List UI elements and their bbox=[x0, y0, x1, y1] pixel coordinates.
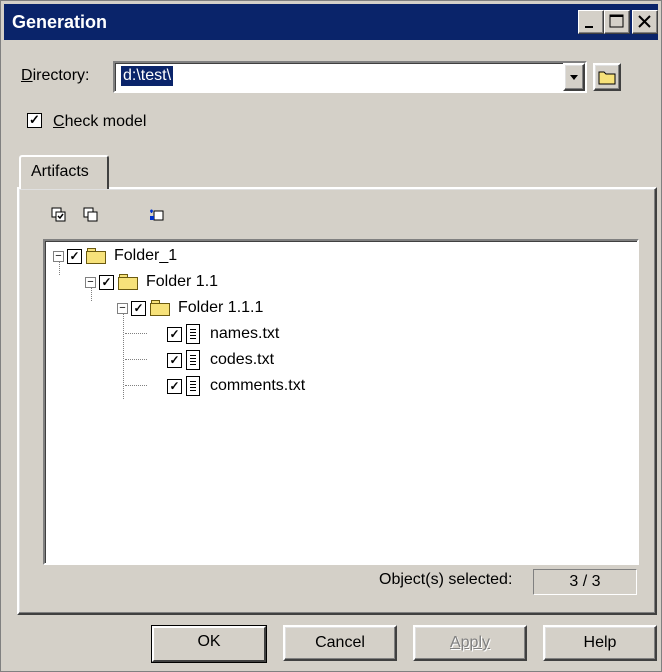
maximize-button[interactable] bbox=[604, 10, 630, 34]
tree-item-label: comments.txt bbox=[210, 377, 306, 394]
minimize-button[interactable] bbox=[578, 10, 604, 34]
tree-checkbox[interactable]: ✓ bbox=[67, 248, 82, 264]
directory-label: Directory: bbox=[21, 67, 90, 84]
objects-selected-label: Object(s) selected: bbox=[379, 571, 513, 588]
text-file-icon bbox=[186, 324, 200, 344]
tab-artifacts[interactable]: Artifacts bbox=[19, 155, 109, 189]
tree-line bbox=[125, 333, 147, 335]
tree-item-file[interactable]: ✓ codes.txt bbox=[167, 349, 274, 371]
deselect-all-icon[interactable] bbox=[83, 207, 99, 223]
directory-input[interactable]: d:\test\ bbox=[113, 61, 587, 93]
folder-icon bbox=[118, 274, 140, 290]
tree-item-label: Folder_1 bbox=[114, 247, 178, 264]
cancel-button[interactable]: Cancel bbox=[283, 625, 397, 661]
tree-item-label: Folder 1.1 bbox=[146, 273, 219, 290]
folder-icon bbox=[86, 248, 108, 264]
tree-item-folder-1-1[interactable]: − ✓ Folder 1.1 bbox=[85, 271, 218, 293]
tree-line bbox=[125, 359, 147, 361]
check-model-checkbox[interactable]: ✓ bbox=[27, 113, 42, 128]
tree-line bbox=[125, 385, 147, 387]
tree-checkbox[interactable]: ✓ bbox=[131, 300, 146, 316]
close-icon bbox=[638, 15, 651, 28]
ok-button-label: OK bbox=[197, 633, 221, 650]
tab-artifacts-label: Artifacts bbox=[31, 163, 89, 180]
apply-button-label: Apply bbox=[449, 634, 491, 651]
text-file-icon bbox=[186, 376, 200, 396]
tree-checkbox[interactable]: ✓ bbox=[167, 326, 182, 342]
refresh-icon[interactable] bbox=[149, 207, 165, 223]
chevron-down-icon bbox=[570, 75, 578, 80]
collapse-icon[interactable]: − bbox=[85, 276, 96, 288]
tree-item-folder-1[interactable]: − ✓ Folder_1 bbox=[53, 245, 177, 267]
tree-item-label: Folder 1.1.1 bbox=[178, 299, 264, 316]
tree-item-file[interactable]: ✓ names.txt bbox=[167, 323, 279, 345]
generation-dialog: Generation Directory: d:\test\ ✓ Check m… bbox=[0, 0, 662, 672]
tree-item-label: codes.txt bbox=[210, 351, 275, 368]
tree-checkbox[interactable]: ✓ bbox=[167, 352, 182, 368]
collapse-icon[interactable]: − bbox=[117, 302, 128, 314]
tree-item-label: names.txt bbox=[210, 325, 280, 342]
directory-value: d:\test\ bbox=[121, 66, 174, 86]
window-title: Generation bbox=[12, 12, 108, 32]
cancel-button-label: Cancel bbox=[315, 634, 365, 651]
tree-checkbox[interactable]: ✓ bbox=[99, 274, 114, 290]
text-file-icon bbox=[186, 350, 200, 370]
folder-icon bbox=[150, 300, 172, 316]
tree-checkbox[interactable]: ✓ bbox=[167, 378, 182, 394]
title-bar[interactable]: Generation bbox=[4, 4, 658, 40]
directory-dropdown-button[interactable] bbox=[563, 63, 585, 91]
close-button[interactable] bbox=[632, 10, 658, 34]
help-button-label: Help bbox=[583, 634, 617, 651]
help-button[interactable]: Help bbox=[543, 625, 657, 661]
minimize-icon bbox=[585, 26, 593, 28]
select-all-icon[interactable] bbox=[51, 207, 67, 223]
collapse-icon[interactable]: − bbox=[53, 250, 64, 262]
ok-button[interactable]: OK bbox=[151, 625, 267, 663]
tree-item-file[interactable]: ✓ comments.txt bbox=[167, 375, 305, 397]
browse-folder-button[interactable] bbox=[593, 63, 621, 91]
directory-label-rest: irectory: bbox=[32, 67, 90, 84]
check-model-label[interactable]: Check model bbox=[53, 113, 146, 131]
maximize-icon bbox=[609, 14, 624, 28]
objects-selected-count: 3 / 3 bbox=[533, 569, 637, 595]
apply-button[interactable]: Apply bbox=[413, 625, 527, 661]
tree-item-folder-1-1-1[interactable]: − ✓ Folder 1.1.1 bbox=[117, 297, 263, 319]
folder-icon bbox=[598, 71, 616, 85]
artifacts-tree[interactable]: − ✓ Folder_1 − ✓ Folder 1.1 − ✓ Folder 1… bbox=[43, 239, 639, 565]
